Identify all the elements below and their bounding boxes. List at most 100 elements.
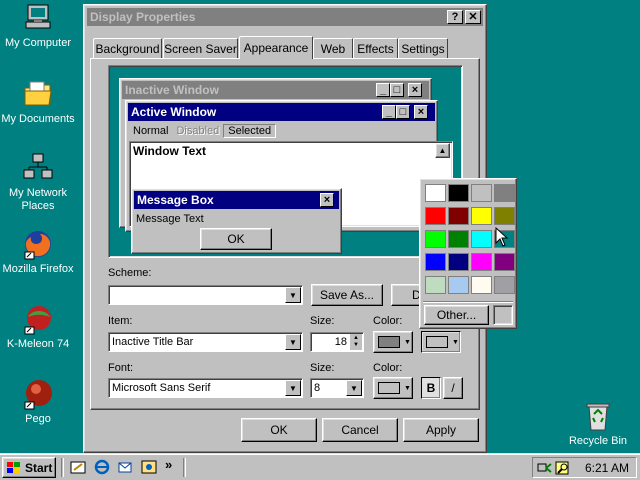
desktop-icon-pego[interactable]: Pego (0, 378, 78, 426)
color-swatch[interactable] (494, 207, 515, 225)
show-desktop-icon[interactable] (70, 459, 86, 475)
tab-effects[interactable]: Effects (353, 38, 398, 58)
computer-icon (22, 2, 54, 34)
cancel-button[interactable]: Cancel (322, 418, 398, 442)
window-titlebar[interactable]: Display Properties (87, 8, 483, 26)
custom-color-swatch[interactable] (493, 305, 513, 325)
tab-appearance[interactable]: Appearance (239, 36, 313, 59)
desktop-icon-mozilla-firefox[interactable]: Mozilla Firefox (0, 228, 78, 276)
taskbar: Start » 6:21 AM (0, 453, 640, 480)
save-as-button[interactable]: Save As... (311, 284, 383, 306)
palette-divider (423, 301, 513, 303)
color-swatch[interactable] (425, 253, 446, 271)
button-label: OK (270, 423, 288, 437)
quicklaunch-overflow-icon[interactable]: » (165, 457, 172, 472)
tray-search-icon[interactable] (555, 460, 571, 476)
scheme-preview[interactable]: Inactive Window _ □ × Active Window _ □ … (108, 65, 463, 258)
color-swatch[interactable] (448, 207, 469, 225)
preview-close-icon: × (408, 83, 422, 97)
tray-network-icon[interactable] (537, 460, 553, 476)
preview-inactive-title: Inactive Window (125, 83, 219, 97)
mouse-cursor-icon (495, 227, 509, 247)
folder-icon (22, 78, 54, 110)
preview-msgbox-text: Message Text (136, 213, 204, 225)
spinner-arrows-icon[interactable]: ▲ ▼ (349, 334, 362, 350)
chevron-down-icon: ▼ (404, 338, 411, 346)
color-swatch[interactable] (494, 276, 515, 294)
font-color-button[interactable]: ▼ (373, 377, 413, 399)
chevron-down-icon[interactable]: ▼ (285, 380, 301, 396)
chevron-down-icon[interactable]: ▼ (346, 380, 362, 396)
preview-window-text: Window Text (133, 144, 206, 158)
italic-button[interactable]: / (443, 377, 463, 399)
preview-msgbox-title: Message Box (137, 193, 214, 207)
preview-menu-bar: Normal Disabled Selected (129, 123, 434, 139)
color-swatch[interactable] (448, 230, 469, 248)
item-color2-swatch (426, 336, 448, 348)
desktop-icon-label: Pego (25, 413, 51, 425)
desktop-icon-my-documents[interactable]: My Documents (0, 78, 78, 126)
color-swatch[interactable] (425, 184, 446, 202)
color-swatch[interactable] (448, 253, 469, 271)
font-size-label: Size: (310, 362, 335, 374)
color-swatch[interactable] (494, 253, 515, 271)
color-swatch[interactable] (425, 207, 446, 225)
apply-button[interactable]: Apply (403, 418, 479, 442)
item-color-label: Color: (373, 315, 403, 327)
kmeleon-icon (22, 303, 54, 335)
desktop-icon-label: My Documents (1, 113, 75, 125)
color-swatch[interactable] (471, 230, 492, 248)
preview-maximize-icon: □ (390, 83, 404, 97)
chevron-down-icon[interactable]: ▼ (285, 287, 301, 303)
start-button[interactable]: Start (2, 457, 56, 478)
desktop-icon-my-computer[interactable]: My Computer (0, 2, 78, 50)
scheme-select[interactable]: ▼ (108, 285, 303, 305)
color-swatch[interactable] (471, 253, 492, 271)
channels-icon[interactable] (141, 459, 157, 475)
tab-background[interactable]: Background (93, 38, 162, 58)
item-size-spinner[interactable]: 18 ▲ ▼ (310, 332, 364, 352)
desktop-icon-my-network-places[interactable]: My Network Places (0, 152, 78, 213)
preview-msgbox-ok-button: OK (200, 228, 272, 250)
desktop-icon-k-meleon[interactable]: K-Meleon 74 (0, 303, 78, 351)
ie-icon[interactable] (94, 459, 110, 475)
other-color-button[interactable]: Other... (424, 305, 489, 325)
clock[interactable]: 6:21 AM (585, 461, 629, 475)
outlook-icon[interactable] (117, 459, 133, 475)
tab-web[interactable]: Web (313, 38, 353, 58)
bold-button[interactable]: B (421, 377, 441, 399)
font-size-select[interactable]: 8 ▼ (310, 378, 364, 398)
color-swatch[interactable] (425, 230, 446, 248)
color-swatch[interactable] (471, 184, 492, 202)
button-label: Cancel (341, 423, 379, 437)
color-swatch[interactable] (494, 184, 515, 202)
preview-menu-normal: Normal (133, 125, 169, 137)
ok-button[interactable]: OK (241, 418, 317, 442)
color-swatch[interactable] (471, 207, 492, 225)
tab-screen-saver[interactable]: Screen Saver (163, 38, 238, 58)
desktop-icon-recycle-bin[interactable]: Recycle Bin (558, 400, 638, 448)
color-swatch[interactable] (471, 276, 492, 294)
chevron-down-icon: ▼ (404, 384, 411, 392)
color-swatch[interactable] (448, 276, 469, 294)
close-button[interactable]: ✕ (465, 10, 481, 24)
color-swatch[interactable] (448, 184, 469, 202)
font-select[interactable]: Microsoft Sans Serif ▼ (108, 378, 303, 398)
start-label: Start (25, 460, 53, 475)
button-label: Other... (436, 308, 477, 322)
system-tray: 6:21 AM (532, 457, 637, 478)
tab-label: Screen Saver (164, 41, 237, 56)
tab-settings[interactable]: Settings (398, 38, 448, 58)
help-button[interactable]: ? (447, 10, 463, 24)
font-color-swatch (378, 382, 400, 394)
italic-icon: / (451, 381, 455, 395)
chevron-down-icon[interactable]: ▼ (285, 334, 301, 350)
desktop-icon-label: K-Meleon 74 (6, 338, 70, 350)
preview-active-title: Active Window (131, 105, 217, 119)
item-color-button[interactable]: ▼ (373, 331, 413, 353)
color-swatch[interactable] (425, 276, 446, 294)
item-select[interactable]: Inactive Title Bar ▼ (108, 332, 303, 352)
item-color2-button[interactable]: ▼ (421, 331, 461, 353)
tab-label: Effects (357, 41, 394, 56)
tab-label: Settings (401, 41, 445, 56)
